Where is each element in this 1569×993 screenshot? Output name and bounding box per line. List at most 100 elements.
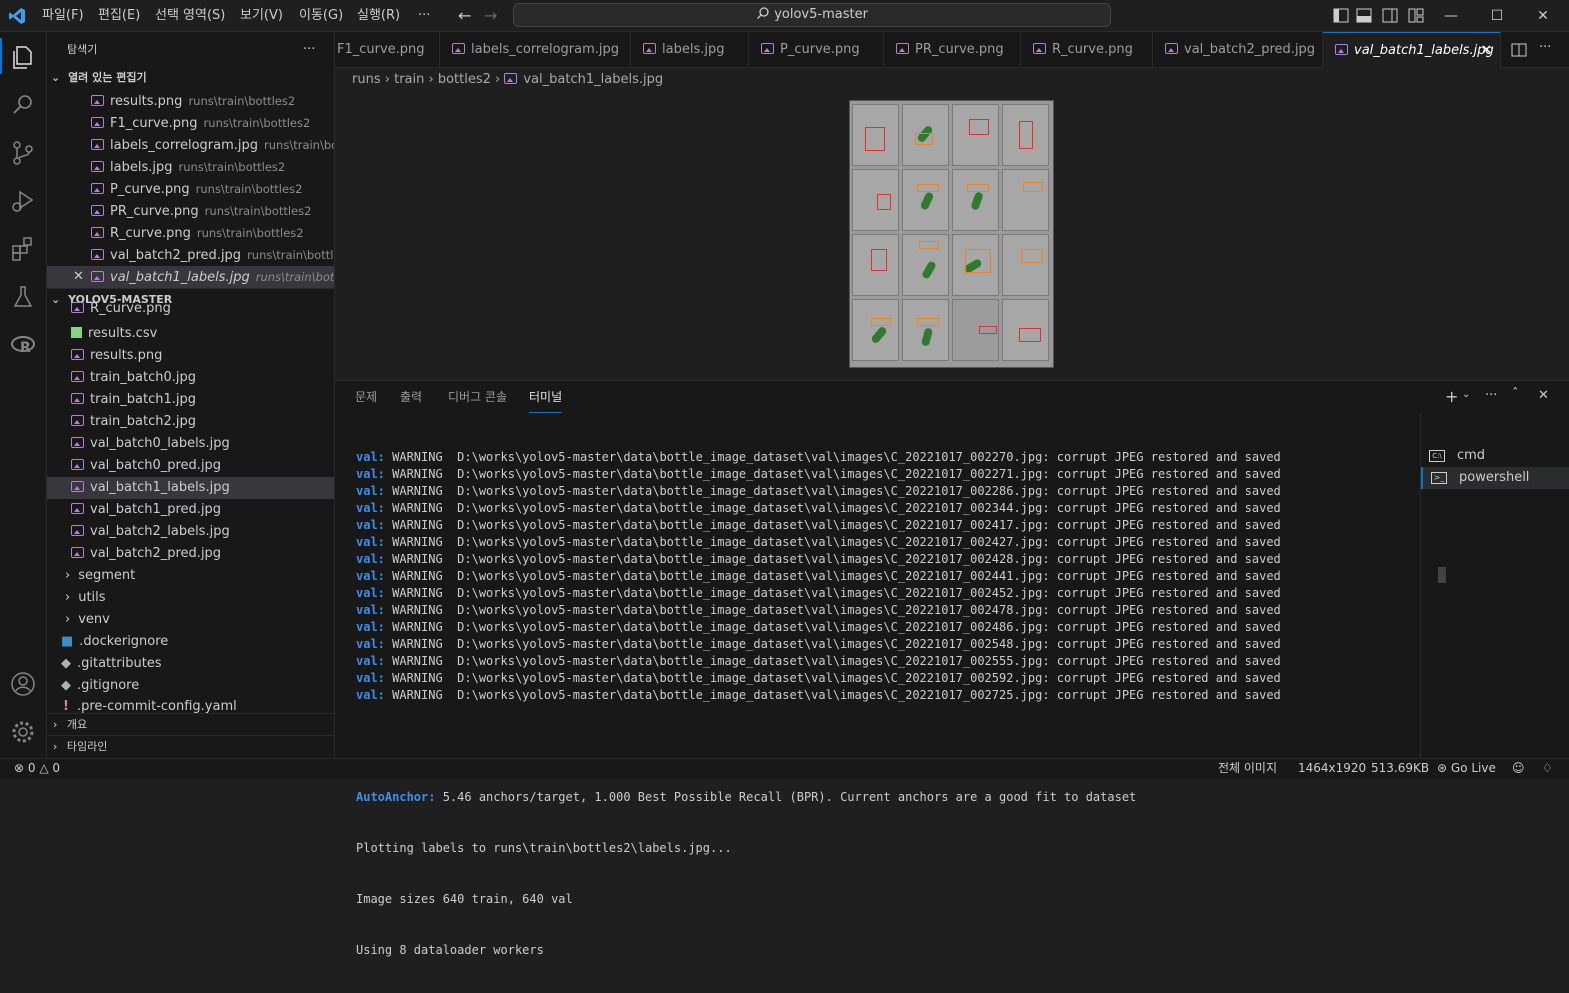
panel-more-button[interactable]: ···	[1485, 388, 1497, 403]
close-tab-icon[interactable]: ✕	[1481, 33, 1492, 68]
file-item[interactable]: ◆ .gitattributes	[47, 653, 334, 675]
file-item[interactable]: train_batch1.jpg	[47, 389, 334, 411]
menu-more[interactable]: ···	[418, 0, 430, 32]
tab-f1-curve[interactable]: F1_curve.png	[335, 32, 440, 68]
terminal-warning-line: val: WARNING D:\works\yolov5-master\data…	[356, 619, 1436, 636]
open-editor-item[interactable]: R_curve.png runs\train\bottles2	[47, 222, 334, 244]
folder-item[interactable]: › utils	[47, 587, 334, 609]
folder-item[interactable]: › venv	[47, 609, 334, 631]
menu-file[interactable]: 파일(F)	[42, 0, 84, 32]
testing-flask-icon[interactable]	[8, 282, 38, 312]
tab-labels[interactable]: labels.jpg	[631, 32, 749, 68]
settings-gear-icon[interactable]	[8, 717, 38, 747]
file-item[interactable]: R_curve.png	[47, 302, 334, 316]
feedback-icon[interactable]: ☺	[1512, 759, 1525, 778]
terminal-item-powershell[interactable]: >_ powershell	[1421, 467, 1569, 489]
open-editor-item-active[interactable]: ✕ val_batch1_labels.jpg runs\train\bottle…	[47, 266, 334, 288]
file-item[interactable]: ! .pre-commit-config.yaml	[47, 697, 334, 713]
file-item[interactable]: val_batch2_pred.jpg	[47, 543, 334, 565]
explorer-icon[interactable]	[8, 42, 38, 72]
preview-tile	[852, 234, 899, 296]
search-view-icon[interactable]	[8, 90, 38, 120]
close-panel-icon[interactable]: ✕	[1538, 388, 1549, 403]
timeline-header[interactable]: › 타임라인	[47, 735, 334, 757]
open-editor-item[interactable]: P_curve.png runs\train\bottles2	[47, 178, 334, 200]
notifications-bell-icon[interactable]: ♢	[1542, 759, 1553, 778]
explorer-more-button[interactable]: ···	[303, 39, 323, 61]
tab-val-batch1-labels[interactable]: val_batch1_labels.jpg ✕	[1323, 32, 1501, 68]
problems-status[interactable]: ⊗ 0 △ 0	[14, 759, 60, 778]
run-debug-icon[interactable]	[8, 186, 38, 216]
preview-tile	[852, 104, 899, 166]
forward-arrow-icon[interactable]: →	[484, 6, 497, 25]
val-prefix: val:	[356, 688, 385, 702]
file-item[interactable]: ◆ .gitignore	[47, 675, 334, 697]
tab-p-curve[interactable]: P_curve.png	[749, 32, 884, 68]
file-item[interactable]: val_batch2_labels.jpg	[47, 521, 334, 543]
open-editors-header[interactable]: ⌄ 열려 있는 편집기	[47, 67, 334, 89]
file-item[interactable]: ■ .dockerignore	[47, 631, 334, 653]
source-control-icon[interactable]	[8, 138, 38, 168]
go-live-button[interactable]: ⊛ Go Live	[1437, 759, 1496, 778]
split-editor-icon[interactable]	[1511, 42, 1527, 58]
maximize-icon[interactable]: ☐	[1480, 0, 1514, 32]
extensions-icon[interactable]	[8, 234, 38, 264]
account-icon[interactable]	[8, 669, 38, 699]
open-editor-item[interactable]: val_batch2_pred.jpg runs\train\bottles2	[47, 244, 334, 266]
tab-debug-console[interactable]: 디버그 콘솔	[448, 381, 507, 413]
command-center-search[interactable]: yolov5-master	[513, 3, 1111, 27]
breadcrumb-item[interactable]: runs	[352, 72, 381, 87]
back-arrow-icon[interactable]: ←	[458, 6, 471, 25]
editor-more-button[interactable]: ···	[1539, 40, 1551, 55]
minimize-icon[interactable]: —	[1434, 0, 1468, 32]
tab-terminal[interactable]: 터미널	[529, 381, 563, 413]
tab-output[interactable]: 출력	[400, 381, 422, 413]
image-preview[interactable]	[849, 100, 1054, 368]
file-item-selected[interactable]: val_batch1_labels.jpg	[47, 477, 334, 499]
file-name: results.png	[90, 348, 163, 363]
file-item[interactable]: train_batch0.jpg	[47, 367, 334, 389]
image-mode-status[interactable]: 전체 이미지	[1218, 759, 1277, 778]
file-name: val_batch0_labels.jpg	[90, 436, 230, 451]
menu-selection[interactable]: 선택 영역(S)	[155, 0, 225, 32]
breadcrumb-item[interactable]: train	[394, 72, 424, 87]
folder-item[interactable]: › segment	[47, 565, 334, 587]
maximize-panel-chevron-up-icon[interactable]: ˆ	[1512, 387, 1519, 402]
file-item[interactable]: results.csv	[47, 323, 334, 345]
open-editor-item[interactable]: F1_curve.png runs\train\bottles2	[47, 112, 334, 134]
menu-go[interactable]: 이동(G)	[299, 0, 343, 32]
open-editor-item[interactable]: PR_curve.png runs\train\bottles2	[47, 200, 334, 222]
file-item[interactable]: val_batch1_pred.jpg	[47, 499, 334, 521]
tab-val-batch2-pred[interactable]: val_batch2_pred.jpg	[1153, 32, 1323, 68]
breadcrumb-item[interactable]: bottles2	[438, 72, 491, 87]
open-editor-item[interactable]: labels.jpg runs\train\bottles2	[47, 156, 334, 178]
menu-run[interactable]: 실행(R)	[357, 0, 400, 32]
preview-tile	[852, 299, 899, 361]
tab-pr-curve[interactable]: PR_curve.png	[884, 32, 1021, 68]
file-item[interactable]: val_batch0_pred.jpg	[47, 455, 334, 477]
tab-problems[interactable]: 문제	[355, 381, 377, 413]
chevron-right-icon: ›	[428, 72, 438, 87]
tab-labels-correlogram[interactable]: labels_correlogram.jpg	[440, 32, 631, 68]
menu-edit[interactable]: 편집(E)	[98, 0, 140, 32]
new-terminal-plus-icon[interactable]: +	[1445, 387, 1458, 406]
terminal-item-cmd[interactable]: C:\ cmd	[1421, 445, 1569, 467]
file-item[interactable]: train_batch2.jpg	[47, 411, 334, 433]
file-item[interactable]: val_batch0_labels.jpg	[47, 433, 334, 455]
outline-header[interactable]: › 개요	[47, 713, 334, 735]
customize-layout-icon[interactable]	[1399, 0, 1433, 32]
open-editor-item[interactable]: labels_correlogram.jpg runs\train\bott...	[47, 134, 334, 156]
r-language-icon[interactable]: R	[8, 330, 38, 360]
image-file-icon	[91, 183, 104, 194]
breadcrumb-item[interactable]: val_batch1_labels.jpg	[523, 72, 663, 87]
close-editor-icon[interactable]: ✕	[73, 266, 84, 288]
menu-view[interactable]: 보기(V)	[240, 0, 283, 32]
tab-r-curve[interactable]: R_curve.png	[1021, 32, 1153, 68]
file-item[interactable]: results.png	[47, 345, 334, 367]
chevron-down-icon[interactable]: ⌄	[1462, 389, 1470, 400]
terminal-output[interactable]: val: WARNING D:\works\yolov5-master\data…	[356, 415, 1436, 957]
warning-prefix: WARNING D:\works\yolov5-master\data\bott…	[384, 586, 891, 600]
close-window-icon[interactable]: ✕	[1526, 0, 1560, 32]
preview-tile	[1002, 299, 1049, 361]
open-editor-item[interactable]: results.png runs\train\bottles2	[47, 90, 334, 112]
